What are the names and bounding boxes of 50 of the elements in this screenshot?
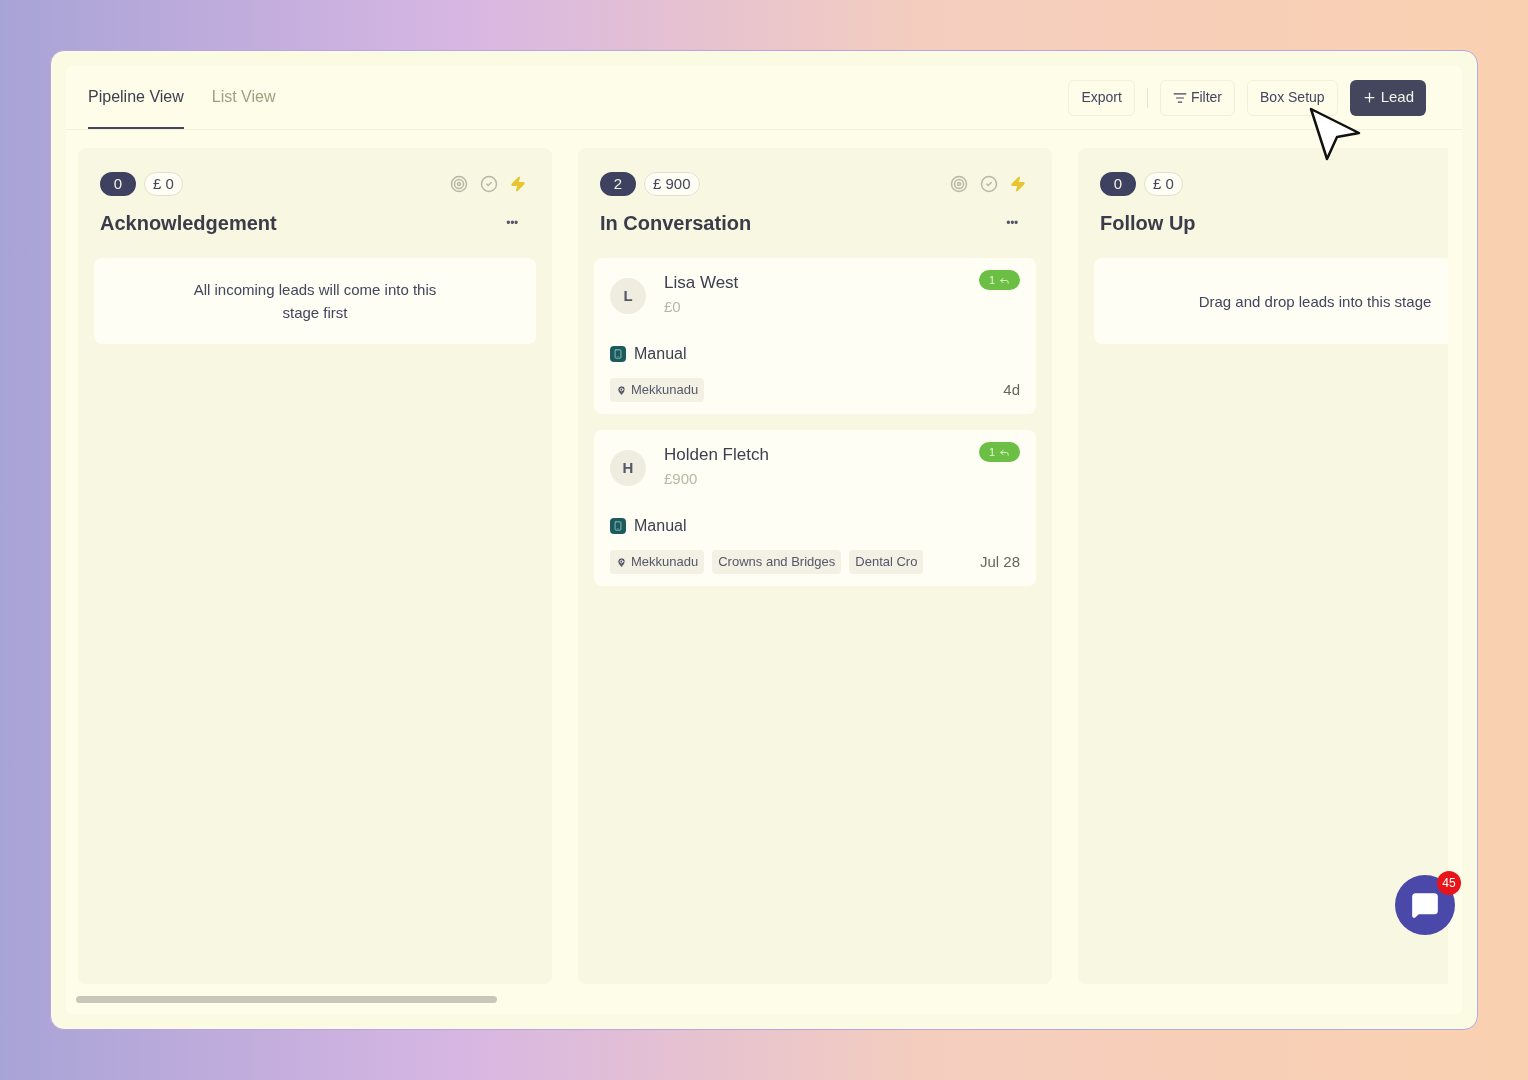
location-pin-icon	[616, 384, 627, 396]
lead-card[interactable]: L Lisa West £0 1 Manual Mekkunadu 4d	[594, 258, 1036, 414]
lead-count-badge: 0	[1100, 172, 1136, 196]
lead-count-badge: 0	[100, 172, 136, 196]
horizontal-scrollbar[interactable]	[76, 996, 497, 1003]
lead-source: Manual	[634, 344, 687, 364]
lead-tag: Dental Cro	[849, 550, 924, 574]
column-title: Follow Up	[1100, 211, 1196, 236]
add-lead-button[interactable]: Lead	[1349, 79, 1426, 116]
source-icon	[610, 518, 626, 534]
target-icon[interactable]	[450, 175, 468, 193]
lead-amount: £0	[664, 296, 682, 317]
lead-tag: Mekkunadu	[610, 378, 705, 402]
avatar: L	[610, 278, 646, 314]
lead-amount: £900	[664, 468, 699, 489]
toolbar-button[interactable]: Export	[1068, 79, 1135, 116]
source-icon	[610, 346, 626, 362]
view-tab[interactable]: Pipeline View	[88, 66, 184, 129]
amount-badge: £ 900	[644, 172, 700, 196]
lightning-icon[interactable]	[510, 176, 526, 192]
lead-age: Jul 28	[979, 551, 1020, 572]
cursor-icon	[1309, 107, 1361, 161]
filter-icon	[1172, 90, 1187, 105]
lead-tag: Crowns and Bridges	[712, 550, 842, 574]
column-title: In Conversation	[600, 211, 752, 236]
plus-icon	[1361, 90, 1377, 105]
lead-source: Manual	[634, 516, 687, 536]
location-pin-icon	[616, 556, 627, 568]
more-options-button[interactable]: •••	[1006, 214, 1018, 232]
check-circle-icon[interactable]	[980, 175, 998, 193]
more-options-button[interactable]: •••	[506, 214, 518, 232]
avatar: H	[610, 450, 646, 486]
amount-badge: £ 0	[144, 172, 183, 196]
lead-name: Lisa West	[664, 272, 739, 294]
lead-count-badge: 2	[600, 172, 636, 196]
amount-badge: £ 0	[1144, 172, 1183, 196]
lead-name: Holden Fletch	[664, 444, 769, 466]
check-circle-icon[interactable]	[480, 175, 498, 193]
reply-count-badge: 1	[978, 270, 1020, 290]
filter-button[interactable]: Filter	[1159, 79, 1235, 116]
lead-card[interactable]: H Holden Fletch £900 1 Manual Mekkunadu Crowns and Bridges Dental Cro Jul 28	[594, 430, 1036, 586]
column-title: Acknowledgement	[100, 211, 277, 236]
empty-stage-text: All incoming leads will come into this stage first	[192, 280, 438, 323]
lightning-icon[interactable]	[1010, 176, 1026, 192]
lead-age: 4d	[1003, 379, 1020, 400]
reply-count-badge: 1	[978, 442, 1020, 462]
chat-icon	[1411, 891, 1439, 919]
target-icon[interactable]	[950, 175, 968, 193]
empty-stage-text: Drag and drop leads into this stage	[1198, 291, 1432, 312]
lead-tag: Mekkunadu	[610, 550, 705, 574]
